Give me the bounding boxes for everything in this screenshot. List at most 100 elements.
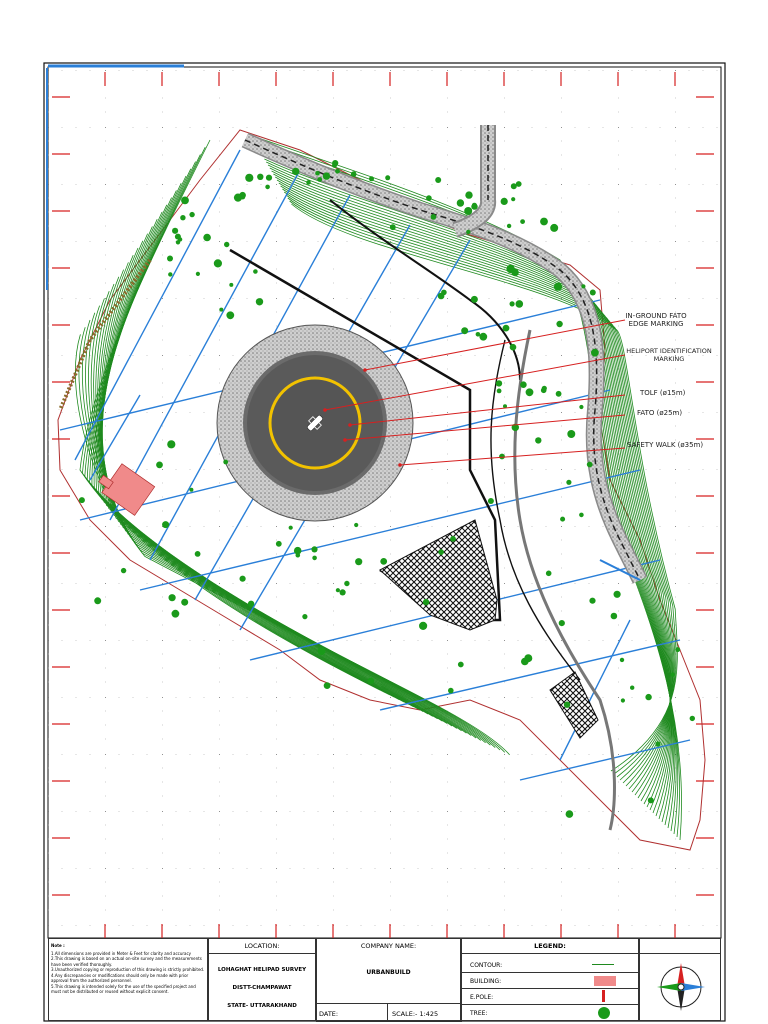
tree-marker — [563, 701, 571, 708]
tree-marker — [203, 233, 211, 242]
scale-cell: SCALE:- 1:425 — [387, 1003, 462, 1022]
tree-marker — [181, 598, 189, 606]
tree-marker — [162, 521, 170, 529]
tree-marker — [295, 552, 301, 558]
tree-marker — [419, 621, 428, 631]
notes-cell: Note : 1.All dimensions are provided in … — [48, 938, 208, 1021]
tree-marker — [240, 194, 246, 200]
tree-marker — [219, 307, 224, 312]
tree-marker — [448, 687, 454, 694]
notes-header: Note : — [51, 943, 65, 948]
tree-marker — [306, 180, 311, 185]
tree-marker — [630, 685, 635, 690]
tree-marker — [456, 199, 465, 207]
tree-marker — [247, 600, 255, 607]
tree-marker — [620, 698, 626, 703]
tree-marker — [470, 295, 478, 303]
tree-marker — [265, 174, 273, 181]
callout-tolf: TOLF (ø15m) — [640, 389, 686, 397]
tree-marker — [369, 176, 374, 182]
tree-marker — [495, 380, 503, 387]
tree-marker — [450, 536, 456, 542]
tree-marker — [540, 217, 548, 226]
tree-marker — [180, 215, 186, 221]
tree-marker — [322, 172, 331, 180]
tree-marker — [511, 268, 519, 277]
survey-drawing — [43, 62, 726, 1022]
tree-marker — [535, 437, 542, 444]
tree-marker — [464, 207, 473, 215]
tree-marker — [579, 512, 584, 518]
tree-marker — [311, 546, 318, 553]
legend-cell: LEGEND: CONTOUR: BUILDING: E.POLE: TREE: — [461, 938, 639, 1021]
tree-marker — [292, 167, 300, 176]
tree-marker — [565, 810, 574, 818]
tree-marker — [315, 170, 320, 176]
tree-marker — [555, 390, 562, 397]
tree-marker — [496, 388, 502, 394]
tree-marker — [422, 598, 430, 606]
tree-marker — [438, 549, 444, 555]
tree-marker — [520, 219, 525, 225]
tree-marker — [457, 661, 464, 668]
tree-marker — [502, 324, 510, 332]
tree-marker — [465, 191, 473, 199]
tree-marker — [509, 343, 517, 351]
tree-marker — [520, 381, 527, 389]
tree-marker — [515, 181, 522, 187]
company-name: URBANBUILD — [366, 969, 411, 976]
tree-marker — [317, 177, 323, 182]
tree-marker — [229, 282, 234, 287]
tree-marker — [540, 387, 547, 394]
callout-safety-walk: SAFETY WALK (ø35m) — [627, 441, 704, 449]
tree-marker — [171, 609, 180, 618]
north-arrow-cell — [639, 938, 721, 1021]
legend-row-tree: TREE: — [462, 1005, 638, 1021]
tree-marker — [265, 184, 270, 190]
tree-marker — [312, 555, 317, 561]
location-cell: LOCATION: LOHAGHAT HELIPAD SURVEY DISTT-… — [208, 938, 316, 1021]
legend-contour-swatch — [592, 964, 614, 965]
tree-marker — [181, 196, 189, 205]
tree-marker — [344, 580, 350, 587]
tree-marker — [645, 693, 652, 701]
tree-marker — [430, 214, 437, 220]
tree-marker — [553, 282, 563, 291]
tree-marker — [224, 241, 230, 248]
tree-marker — [466, 229, 471, 235]
tree-marker — [350, 171, 357, 177]
tree-marker — [586, 461, 593, 468]
tree-marker — [591, 348, 599, 357]
company-cell: COMPANY NAME: URBANBUILD DATE: SCALE:- 1… — [316, 938, 462, 1022]
tree-marker — [335, 588, 340, 593]
tree-marker — [647, 797, 654, 804]
tree-marker — [566, 479, 572, 485]
tree-marker — [255, 298, 264, 306]
tree-marker — [167, 440, 176, 449]
tree-marker — [302, 614, 308, 620]
legend-row-contour: CONTOUR: — [462, 957, 638, 973]
compass-rose-icon — [657, 963, 705, 1011]
tree-marker — [545, 570, 552, 577]
tree-marker — [189, 487, 194, 492]
tree-marker — [168, 272, 173, 277]
tree-marker — [94, 597, 102, 605]
tree-marker — [461, 327, 469, 335]
tree-marker — [78, 497, 85, 504]
tree-marker — [335, 168, 340, 174]
tree-marker — [367, 677, 375, 685]
tree-marker — [435, 177, 442, 183]
tree-marker — [675, 647, 681, 653]
tree-marker — [670, 672, 675, 677]
legend-row-building: BUILDING: — [462, 973, 638, 989]
tree-marker — [245, 173, 254, 182]
tree-marker — [257, 173, 264, 180]
callout-fato-edge: IN-GROUND FATO EDGE MARKING — [625, 312, 687, 328]
tree-marker — [515, 300, 524, 308]
tree-marker — [525, 388, 534, 397]
tree-marker — [689, 715, 695, 722]
tree-marker — [380, 558, 388, 565]
tree-marker — [524, 654, 533, 663]
tree-marker — [389, 224, 396, 231]
callout-heliport-id: HELIPORT IDENTIFICATION MARKING — [626, 347, 712, 363]
